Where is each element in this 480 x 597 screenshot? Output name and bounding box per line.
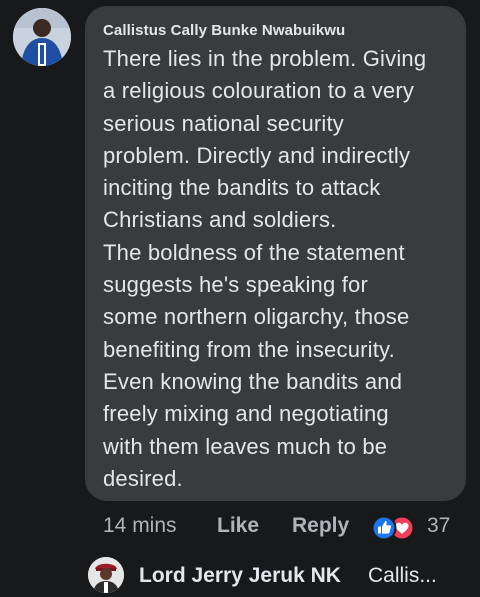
comment-actions: 14 mins Like Reply 37 <box>103 512 463 542</box>
comment-line: problem. Directly and indirectly <box>103 142 411 168</box>
comment-timestamp[interactable]: 14 mins <box>103 514 177 538</box>
comment-line: desired. <box>103 465 183 491</box>
like-button[interactable]: Like <box>217 514 259 538</box>
comment-line: The boldness of the statement <box>103 239 405 265</box>
comment-line: some northern oligarchy, those <box>103 304 410 330</box>
reply-preview-text[interactable]: Callis... <box>368 564 437 588</box>
comment-line: a religious colouration to a very <box>103 78 415 104</box>
reply-button[interactable]: Reply <box>292 514 349 538</box>
comment-author-name[interactable]: Callistus Cally Bunke Nwabuikwu <box>103 22 345 39</box>
comment-line: inciting the bandits to attack <box>103 175 381 201</box>
comment-line: freely mixing and negotiating <box>103 401 389 427</box>
reaction-count[interactable]: 37 <box>427 514 450 538</box>
reply-author-avatar[interactable] <box>88 557 124 593</box>
comment-line: serious national security <box>103 110 345 136</box>
reactions-summary[interactable] <box>371 515 415 541</box>
comment-line: with them leaves much to be <box>103 433 388 459</box>
reply-preview-row[interactable]: Lord Jerry Jeruk NK Callis... <box>88 555 468 595</box>
comment-line: There lies in the problem. Giving <box>103 46 427 71</box>
comment-line: suggests he's speaking for <box>103 272 368 298</box>
profile-photo-icon <box>13 8 71 66</box>
comment-line: Even knowing the bandits and <box>103 368 403 394</box>
commenter-avatar[interactable] <box>13 8 71 66</box>
reply-author-name[interactable]: Lord Jerry Jeruk NK <box>139 564 341 588</box>
comment-line: Christians and soldiers. <box>103 207 337 233</box>
comment-line: benefiting from the insecurity. <box>103 336 395 362</box>
profile-photo-icon <box>88 557 124 593</box>
comment-body: There lies in the problem. Giving a reli… <box>103 43 453 495</box>
comment-thread: Callistus Cally Bunke Nwabuikwu There li… <box>0 0 480 597</box>
comment-bubble: Callistus Cally Bunke Nwabuikwu There li… <box>85 6 466 501</box>
like-reaction-icon <box>371 515 397 541</box>
